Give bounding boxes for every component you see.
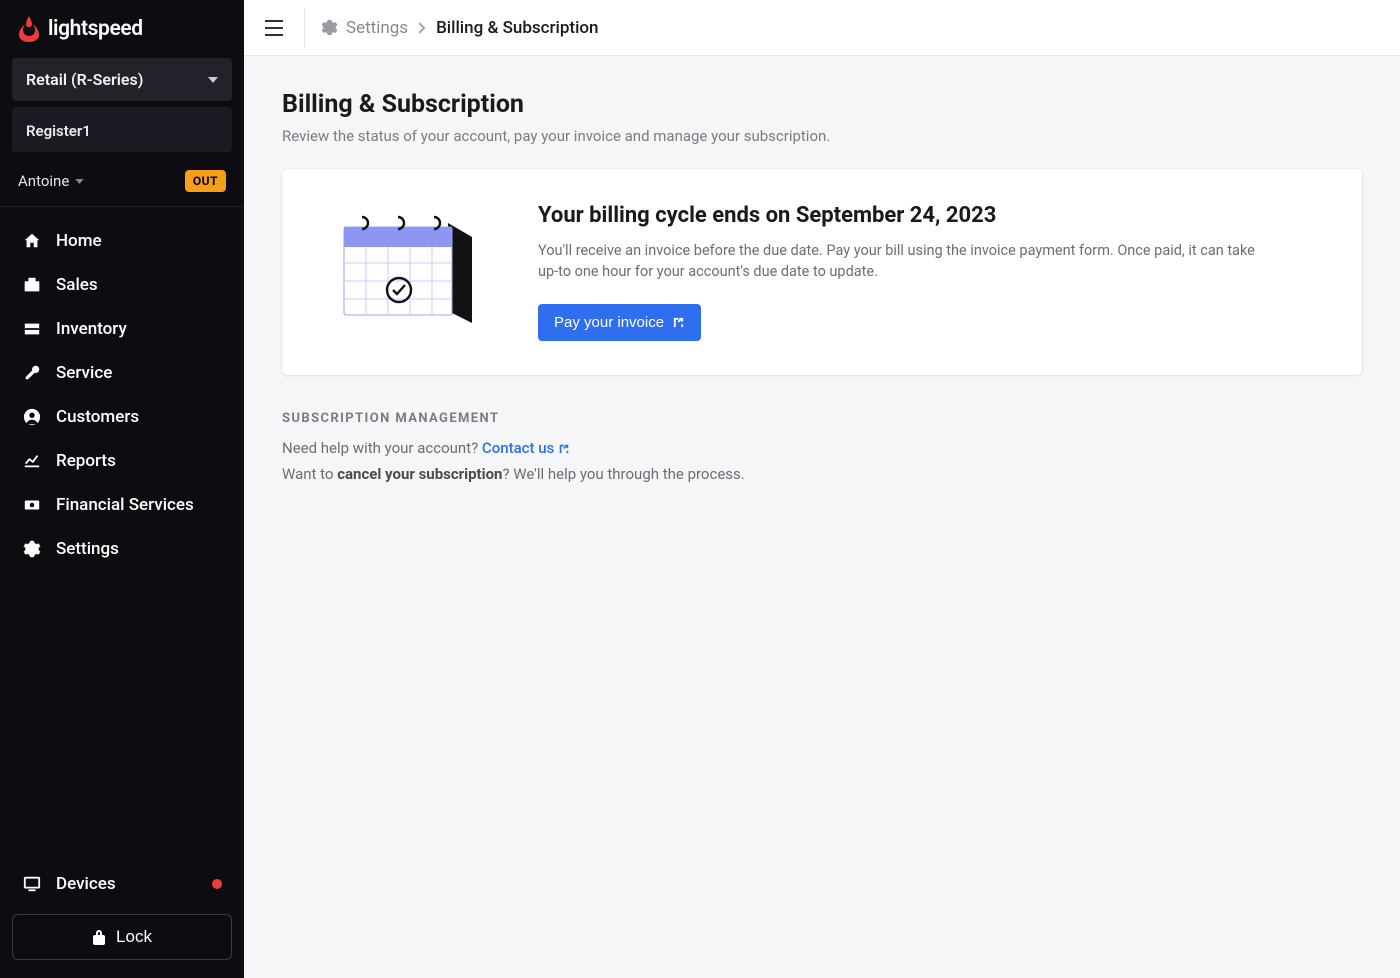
contact-us-link[interactable]: Contact us xyxy=(482,436,570,462)
user-name: Antoine xyxy=(18,172,69,190)
nav-label: Customers xyxy=(56,407,139,427)
monitor-icon xyxy=(22,875,42,893)
gear-icon xyxy=(321,19,338,36)
billing-card-heading: Your billing cycle ends on September 24,… xyxy=(538,203,1278,228)
pay-invoice-label: Pay your invoice xyxy=(554,314,664,331)
nav-label: Settings xyxy=(56,539,119,559)
caret-down-icon xyxy=(208,77,218,83)
billing-card-body: Your billing cycle ends on September 24,… xyxy=(538,203,1278,341)
calendar-illustration xyxy=(322,203,482,333)
nav-label: Reports xyxy=(56,451,116,471)
cancel-suffix: ? We'll help you through the process. xyxy=(502,465,744,483)
user-row: Antoine OUT xyxy=(0,160,244,207)
contact-us-label: Contact us xyxy=(482,436,554,462)
nav-financial-services[interactable]: Financial Services xyxy=(0,483,244,527)
hamburger-button[interactable] xyxy=(260,14,288,42)
breadcrumb-parent[interactable]: Settings xyxy=(321,18,408,38)
register-name: Register1 xyxy=(26,122,91,140)
pay-invoice-button[interactable]: Pay your invoice xyxy=(538,304,701,341)
wrench-icon xyxy=(22,364,42,382)
topbar: Settings Billing & Subscription xyxy=(244,0,1400,56)
nav-service[interactable]: Service xyxy=(0,351,244,395)
sidebar: lightspeed Retail (R-Series) Register1 A… xyxy=(0,0,244,978)
nav-sales[interactable]: Sales xyxy=(0,263,244,307)
nav-settings[interactable]: Settings xyxy=(0,527,244,571)
user-menu[interactable]: Antoine xyxy=(18,172,84,190)
nav-reports[interactable]: Reports xyxy=(0,439,244,483)
breadcrumb-current: Billing & Subscription xyxy=(436,18,598,38)
external-link-icon xyxy=(558,443,570,455)
chevron-right-icon xyxy=(418,22,426,34)
nav-home[interactable]: Home xyxy=(0,219,244,263)
lock-icon xyxy=(92,929,106,945)
drawer-icon xyxy=(22,320,42,338)
flame-icon xyxy=(18,16,40,42)
main-nav: Home Sales Inventory Service Customers xyxy=(0,207,244,571)
register-box[interactable]: Register1 xyxy=(12,107,232,152)
gear-icon xyxy=(22,540,42,558)
lock-button[interactable]: Lock xyxy=(12,914,232,960)
alert-dot-icon xyxy=(212,879,222,889)
help-line-contact: Need help with your account? Contact us xyxy=(282,436,1362,462)
nav-devices[interactable]: Devices xyxy=(12,862,232,906)
page-content: Billing & Subscription Review the status… xyxy=(244,56,1400,521)
divider xyxy=(304,8,305,48)
nav-label: Financial Services xyxy=(56,495,194,515)
breadcrumb-parent-label: Settings xyxy=(346,18,408,38)
caret-down-icon xyxy=(75,179,84,184)
help-prefix: Need help with your account? xyxy=(282,439,482,457)
nav-label: Sales xyxy=(56,275,98,295)
chart-line-icon xyxy=(22,452,42,470)
cancel-prefix: Want to xyxy=(282,465,337,483)
nav-label: Inventory xyxy=(56,319,127,339)
status-badge: OUT xyxy=(185,170,226,192)
billing-cycle-card: Your billing cycle ends on September 24,… xyxy=(282,169,1362,375)
nav-label: Devices xyxy=(56,874,116,894)
home-icon xyxy=(22,232,42,250)
brand-name: lightspeed xyxy=(48,17,143,41)
product-selector-label: Retail (R-Series) xyxy=(26,70,143,89)
briefcase-icon xyxy=(22,276,42,294)
nav-label: Service xyxy=(56,363,112,383)
help-line-cancel: Want to cancel your subscription? We'll … xyxy=(282,462,1362,488)
cancel-subscription-link[interactable]: cancel your subscription xyxy=(337,465,502,483)
external-link-icon xyxy=(672,316,685,329)
user-circle-icon xyxy=(22,408,42,426)
product-selector[interactable]: Retail (R-Series) xyxy=(12,58,232,101)
nav-inventory[interactable]: Inventory xyxy=(0,307,244,351)
subscription-management-label: SUBSCRIPTION MANAGEMENT xyxy=(282,411,1362,426)
billing-card-text: You'll receive an invoice before the due… xyxy=(538,240,1278,282)
page-title: Billing & Subscription xyxy=(282,90,1362,119)
lock-label: Lock xyxy=(116,927,152,947)
main-area: Settings Billing & Subscription Billing … xyxy=(244,0,1400,978)
nav-customers[interactable]: Customers xyxy=(0,395,244,439)
nav-label: Home xyxy=(56,231,102,251)
sidebar-bottom: Devices Lock xyxy=(0,852,244,978)
page-subtitle: Review the status of your account, pay y… xyxy=(282,127,1362,145)
brand-logo: lightspeed xyxy=(0,0,244,52)
cash-icon xyxy=(22,496,42,514)
breadcrumb: Settings Billing & Subscription xyxy=(321,18,599,38)
